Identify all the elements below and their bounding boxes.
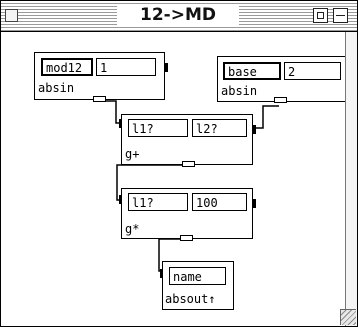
window-title: 12->MD — [117, 4, 239, 27]
gmult-left-inlet[interactable] — [119, 195, 121, 204]
gmult-object[interactable]: l1? 100 g* — [119, 188, 256, 241]
patch-canvas[interactable]: mod12 1 absin base 2 absin l1? l2? g+ l1… — [1, 32, 347, 326]
mod12-right-tab — [165, 63, 168, 72]
base-object-label: absin — [221, 84, 258, 98]
collapse-box-icon[interactable] — [333, 8, 348, 23]
gmult-object-label: g* — [125, 222, 140, 236]
mod12-object-label: absin — [38, 81, 75, 95]
gplus-object[interactable]: l1? l2? g+ — [119, 114, 256, 167]
wire-base-to-gplus — [253, 105, 279, 129]
gplus-input2-field[interactable]: l2? — [192, 119, 247, 137]
zoom-box-icon[interactable] — [313, 8, 328, 23]
absout-object-label: absout↑ — [165, 292, 216, 306]
gplus-input1-field[interactable]: l1? — [128, 119, 188, 137]
absin-object-mod12[interactable]: mod12 1 absin — [34, 52, 168, 102]
base-outlet[interactable] — [274, 97, 287, 103]
gmult-input1-field[interactable]: l1? — [128, 193, 188, 211]
gplus-object-label: g+ — [125, 147, 140, 161]
gmult-input2-field[interactable]: 100 — [192, 193, 247, 211]
close-box-icon[interactable] — [5, 9, 18, 22]
mod12-name-field[interactable]: mod12 — [41, 58, 93, 76]
absout-inlet[interactable] — [160, 269, 162, 278]
gplus-left-inlet[interactable] — [119, 119, 121, 128]
mod12-value-field[interactable]: 1 — [96, 58, 156, 76]
gmult-right-inlet[interactable] — [253, 199, 256, 208]
base-value-field[interactable]: 2 — [284, 62, 341, 80]
wire-mod12-to-gplus — [101, 100, 121, 124]
title-bar[interactable]: 12->MD — [1, 1, 357, 32]
patch-window: 12->MD mod12 1 absin base 2 absin l1? l2… — [0, 0, 358, 327]
gmult-outlet[interactable] — [180, 235, 193, 241]
absout-object[interactable]: name absout↑ — [160, 261, 234, 310]
grow-box-icon[interactable] — [340, 309, 356, 325]
gplus-right-inlet[interactable] — [253, 125, 256, 134]
absin-object-base[interactable]: base 2 absin — [217, 56, 347, 103]
mod12-outlet[interactable] — [93, 96, 106, 102]
vertical-scrollbar[interactable] — [345, 32, 357, 326]
gplus-outlet[interactable] — [182, 161, 195, 167]
absout-name-field[interactable]: name — [169, 267, 226, 285]
base-name-field[interactable]: base — [223, 62, 281, 80]
